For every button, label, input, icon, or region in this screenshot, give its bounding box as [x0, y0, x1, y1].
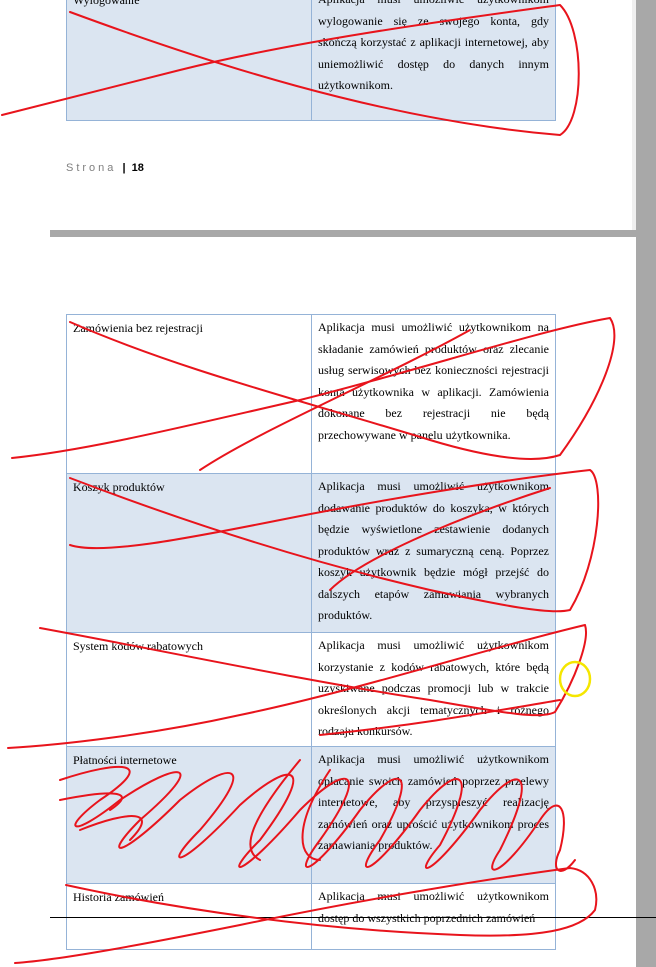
footer-separator: | — [122, 162, 126, 174]
page-bottom-rule — [50, 917, 656, 918]
requirement-description-cell: Aplikacja musi umożliwić użytkownikom op… — [311, 746, 556, 884]
requirement-name-cell: Zamówienia bez rejestracji — [66, 314, 312, 474]
table-row: Zamówienia bez rejestracji Aplikacja mus… — [66, 314, 556, 474]
requirement-name-cell: Płatności internetowe — [66, 746, 312, 884]
requirements-table-page19: Zamówienia bez rejestracji Aplikacja mus… — [66, 314, 556, 950]
table-row: Płatności internetowe Aplikacja musi umo… — [66, 746, 556, 884]
window-scrollbar-gutter[interactable] — [636, 0, 656, 967]
table-row: Wylogowanie Aplikacja musi umożliwić uży… — [66, 0, 556, 121]
requirement-description-cell: Aplikacja musi umożliwić użytkownikom ko… — [311, 632, 556, 747]
requirement-name-cell: Wylogowanie — [66, 0, 312, 121]
table-row: System kodów rabatowych Aplikacja musi u… — [66, 632, 556, 747]
page-gap — [50, 230, 656, 237]
table-row: Koszyk produktów Aplikacja musi umożliwi… — [66, 473, 556, 633]
page-edge — [632, 0, 636, 230]
document-page-18: Wylogowanie Aplikacja musi umożliwić uży… — [0, 0, 636, 230]
requirement-description-cell: Aplikacja musi umożliwić użytkownikom do… — [311, 473, 556, 633]
requirements-table-page18: Wylogowanie Aplikacja musi umożliwić uży… — [66, 0, 556, 121]
requirement-description-cell: Aplikacja musi umożliwić użytkownikom wy… — [311, 0, 556, 121]
page-footer: Strona | 18 — [66, 162, 144, 174]
document-page-19: Zamówienia bez rejestracji Aplikacja mus… — [0, 237, 636, 967]
requirement-name-cell: Koszyk produktów — [66, 473, 312, 633]
footer-label: Strona — [66, 162, 117, 174]
requirement-name-cell: System kodów rabatowych — [66, 632, 312, 747]
footer-page-number: 18 — [131, 162, 144, 174]
requirement-description-cell: Aplikacja musi umożliwić użytkownikom na… — [311, 314, 556, 474]
